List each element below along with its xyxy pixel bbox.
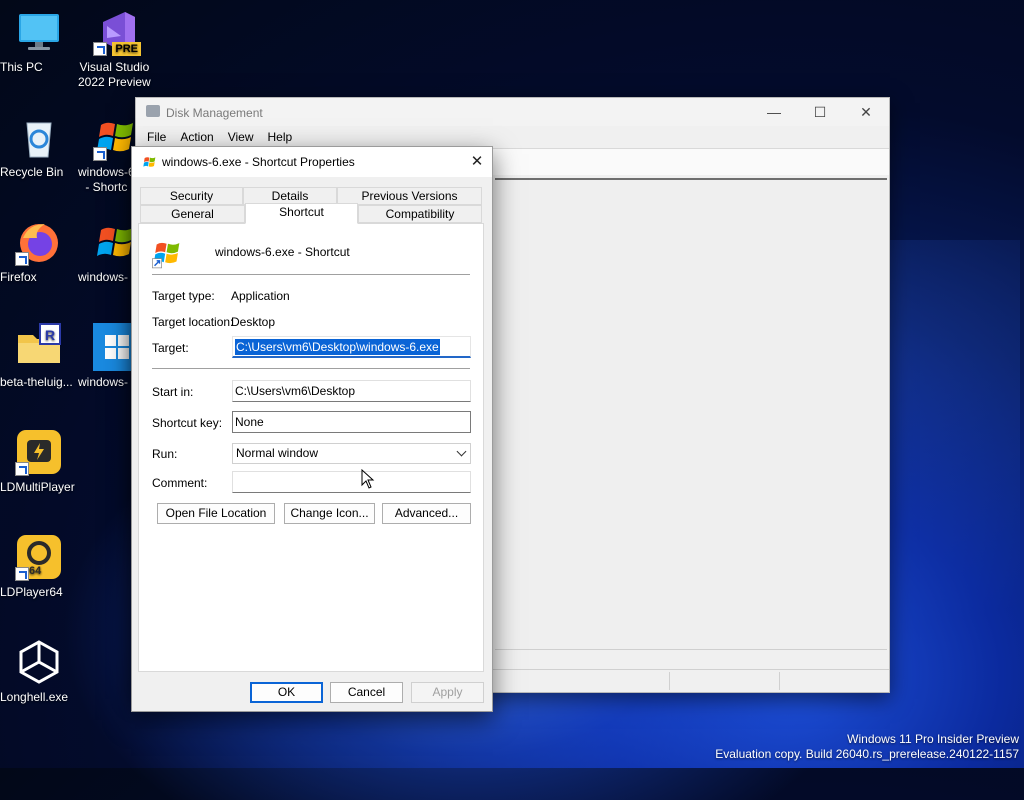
desktop-icon-label: Recycle Bin xyxy=(0,165,64,179)
unity-icon xyxy=(15,638,63,686)
run-label: Run: xyxy=(152,447,178,461)
run-selected-value: Normal window xyxy=(236,446,319,460)
shortcut-large-icon xyxy=(151,236,185,270)
shortcut-arrow-icon xyxy=(93,42,107,56)
dialog-titlebar[interactable]: windows-6.exe - Shortcut Properties ✕ xyxy=(132,147,492,177)
close-icon[interactable]: ✕ xyxy=(462,147,492,177)
disk-management-titlebar[interactable]: Disk Management — ☐ ✕ xyxy=(136,98,889,126)
horizontal-scrollbar[interactable] xyxy=(495,649,887,668)
watermark-line-1: Windows 11 Pro Insider Preview xyxy=(847,732,1019,746)
desktop-icon-label: LDMultiPlayer xyxy=(0,480,75,494)
advanced-button[interactable]: Advanced... xyxy=(382,503,471,524)
desktop-icon-recycle-bin[interactable]: Recycle Bin xyxy=(0,113,78,179)
watermark-line-2: Evaluation copy. Build 26040.rs_prerelea… xyxy=(715,747,1019,761)
desktop-icon-label: windows- xyxy=(78,270,129,284)
monitor-icon xyxy=(15,8,63,56)
desktop-icon-label: beta-theluig... xyxy=(0,375,73,389)
dialog-title: windows-6.exe - Shortcut Properties xyxy=(162,155,355,169)
disk-management-pane xyxy=(495,178,887,652)
desktop-icon-label: windows- xyxy=(78,375,129,389)
maximize-button[interactable]: ☐ xyxy=(797,98,843,126)
minimize-button[interactable]: — xyxy=(751,98,797,126)
start-in-label: Start in: xyxy=(152,385,194,399)
cancel-button[interactable]: Cancel xyxy=(330,682,403,703)
folder-icon: R xyxy=(15,323,63,371)
target-label: Target: xyxy=(152,341,189,355)
firefox-icon xyxy=(15,218,63,266)
recycle-bin-icon xyxy=(15,113,63,161)
shortcut-arrow-icon xyxy=(93,147,107,161)
comment-label: Comment: xyxy=(152,476,208,490)
target-selected-text: C:\Users\vm6\Desktop\windows-6.exe xyxy=(235,339,440,355)
tab-general[interactable]: General xyxy=(140,205,245,223)
menu-file[interactable]: File xyxy=(140,126,173,148)
divider xyxy=(152,274,470,275)
tab-security[interactable]: Security xyxy=(140,187,243,205)
shortcut-arrow-icon xyxy=(15,252,29,266)
target-location-value: Desktop xyxy=(231,315,276,329)
desktop-icon-firefox[interactable]: Firefox xyxy=(0,218,78,284)
r-badge: R xyxy=(39,323,61,345)
desktop-icon-label: Longhell.exe xyxy=(0,690,69,704)
divider xyxy=(152,368,470,369)
ok-button[interactable]: OK xyxy=(250,682,323,703)
desktop-icon-label: LDPlayer64 xyxy=(0,585,63,599)
ldplayer-64-badge: 64 xyxy=(29,565,42,577)
disk-management-title: Disk Management xyxy=(166,106,263,120)
desktop-icon-ldplayer64[interactable]: 64 LDPlayer64 xyxy=(0,533,78,599)
desktop-icon-beta-folder[interactable]: R beta-theluig... xyxy=(0,323,78,389)
tab-compatibility[interactable]: Compatibility xyxy=(358,205,482,223)
shortcut-arrow-icon xyxy=(15,567,29,581)
menu-action[interactable]: Action xyxy=(173,126,220,148)
comment-input[interactable] xyxy=(232,471,471,493)
desktop-icon-label: This PC xyxy=(0,60,43,74)
desktop-icon-longhell[interactable]: Longhell.exe xyxy=(0,638,78,704)
desktop-icon-visual-studio[interactable]: PRE Visual Studio 2022 Preview xyxy=(78,8,156,89)
chevron-down-icon xyxy=(456,446,467,457)
target-type-label: Target type: xyxy=(152,289,215,303)
ldmultiplayer-icon xyxy=(15,428,63,476)
target-location-label: Target location: xyxy=(152,315,234,329)
close-button[interactable]: ✕ xyxy=(843,98,889,126)
desktop-icon-label: windows-6 - Shortc xyxy=(78,165,135,194)
shortcut-key-label: Shortcut key: xyxy=(152,416,223,430)
start-in-input[interactable]: C:\Users\vm6\Desktop xyxy=(232,380,471,402)
evaluation-watermark: Windows 11 Pro Insider Preview Evaluatio… xyxy=(715,732,1019,762)
shortcut-properties-dialog[interactable]: windows-6.exe - Shortcut Properties ✕ Se… xyxy=(131,146,493,712)
tab-previous-versions[interactable]: Previous Versions xyxy=(337,187,482,205)
run-select[interactable]: Normal window xyxy=(232,443,471,464)
visual-studio-icon: PRE xyxy=(93,8,141,56)
desktop-icon-label: Visual Studio 2022 Preview xyxy=(78,60,151,89)
pre-badge: PRE xyxy=(112,42,141,56)
shortcut-name: windows-6.exe - Shortcut xyxy=(215,245,350,259)
ldplayer-icon: 64 xyxy=(15,533,63,581)
menu-help[interactable]: Help xyxy=(261,126,300,148)
open-file-location-button[interactable]: Open File Location xyxy=(157,503,275,524)
windows-flag-icon xyxy=(142,154,158,170)
disk-management-icon xyxy=(146,105,160,117)
desktop-icon-this-pc[interactable]: This PC xyxy=(0,8,78,74)
target-input[interactable]: C:\Users\vm6\Desktop\windows-6.exe xyxy=(232,336,471,358)
change-icon-button[interactable]: Change Icon... xyxy=(284,503,375,524)
desktop-icon-ldmultiplayer[interactable]: LDMultiPlayer xyxy=(0,428,78,494)
disk-management-menubar: File Action View Help xyxy=(136,126,889,148)
shortcut-tab-panel: windows-6.exe - Shortcut Target type: Ap… xyxy=(138,223,484,672)
target-type-value: Application xyxy=(231,289,290,303)
desktop-icon-label: Firefox xyxy=(0,270,37,284)
menu-view[interactable]: View xyxy=(221,126,261,148)
shortcut-key-input[interactable]: None xyxy=(232,411,471,433)
tab-shortcut[interactable]: Shortcut xyxy=(245,203,358,224)
apply-button[interactable]: Apply xyxy=(411,682,484,703)
shortcut-arrow-icon xyxy=(15,462,29,476)
